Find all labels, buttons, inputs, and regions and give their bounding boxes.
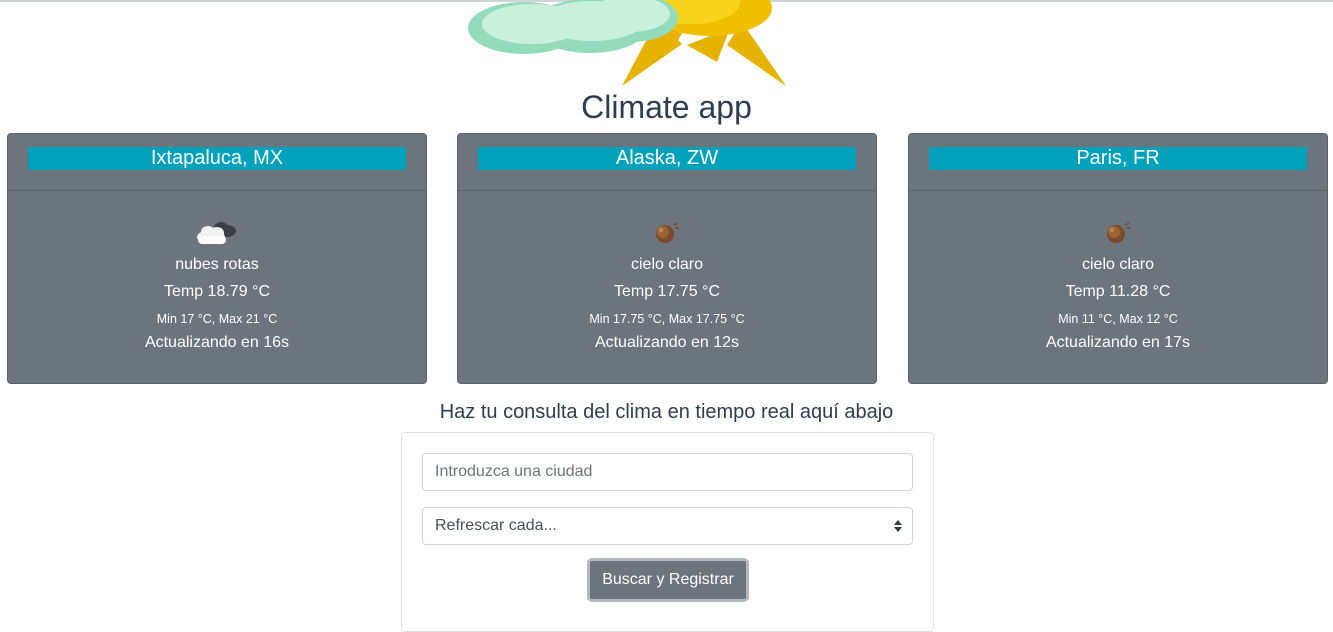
min-max-temperature: Min 17 °C, Max 21 °C <box>156 312 278 326</box>
query-subtitle: Haz tu consulta del clima en tiempo real… <box>439 401 894 423</box>
card-body: cielo claro Temp 17.75 °C Min 17.75 °C, … <box>458 191 876 354</box>
weather-card: Ixtapaluca, MX nubes rotas Temp 18.79 °C… <box>7 133 427 384</box>
card-city: Paris, FR <box>929 147 1307 170</box>
update-countdown: Actualizando en 16s <box>144 334 290 351</box>
weather-card: Alaska, ZW cielo claro Temp 17.75 °C Min… <box>457 133 877 384</box>
city-input[interactable] <box>422 453 913 491</box>
climate-logo-icon <box>468 0 786 86</box>
weather-description: cielo claro <box>1081 256 1155 273</box>
select-arrows-icon <box>894 520 902 532</box>
query-form: Refrescar cada... Buscar y Registrar <box>401 432 934 632</box>
temperature: Temp 17.75 °C <box>613 283 720 300</box>
weather-card: Paris, FR cielo claro Temp 11.28 °C Min … <box>908 133 1328 384</box>
search-register-button[interactable]: Buscar y Registrar <box>587 558 749 602</box>
weather-cards: Ixtapaluca, MX nubes rotas Temp 18.79 °C… <box>7 133 1328 384</box>
temperature: Temp 11.28 °C <box>1065 283 1171 300</box>
update-countdown: Actualizando en 12s <box>594 334 740 351</box>
card-header: Paris, FR <box>909 134 1327 191</box>
page-title: Climate app <box>581 89 752 125</box>
card-city: Ixtapaluca, MX <box>28 147 406 170</box>
card-header: Ixtapaluca, MX <box>8 134 426 191</box>
card-city: Alaska, ZW <box>478 147 856 170</box>
refresh-select-value: Refrescar cada... <box>435 517 557 534</box>
temperature: Temp 18.79 °C <box>163 283 270 300</box>
clear-sky-night-icon <box>909 218 1327 248</box>
broken-clouds-icon <box>8 218 426 248</box>
weather-description: nubes rotas <box>175 256 259 273</box>
min-max-temperature: Min 17.75 °C, Max 17.75 °C <box>589 312 745 326</box>
card-body: cielo claro Temp 11.28 °C Min 11 °C, Max… <box>909 191 1327 354</box>
refresh-select[interactable]: Refrescar cada... <box>422 507 913 545</box>
card-body: nubes rotas Temp 18.79 °C Min 17 °C, Max… <box>8 191 426 354</box>
update-countdown: Actualizando en 17s <box>1045 334 1191 351</box>
weather-description: cielo claro <box>630 256 704 273</box>
clear-sky-night-icon <box>458 218 876 248</box>
min-max-temperature: Min 11 °C, Max 12 °C <box>1058 312 1178 326</box>
card-header: Alaska, ZW <box>458 134 876 191</box>
